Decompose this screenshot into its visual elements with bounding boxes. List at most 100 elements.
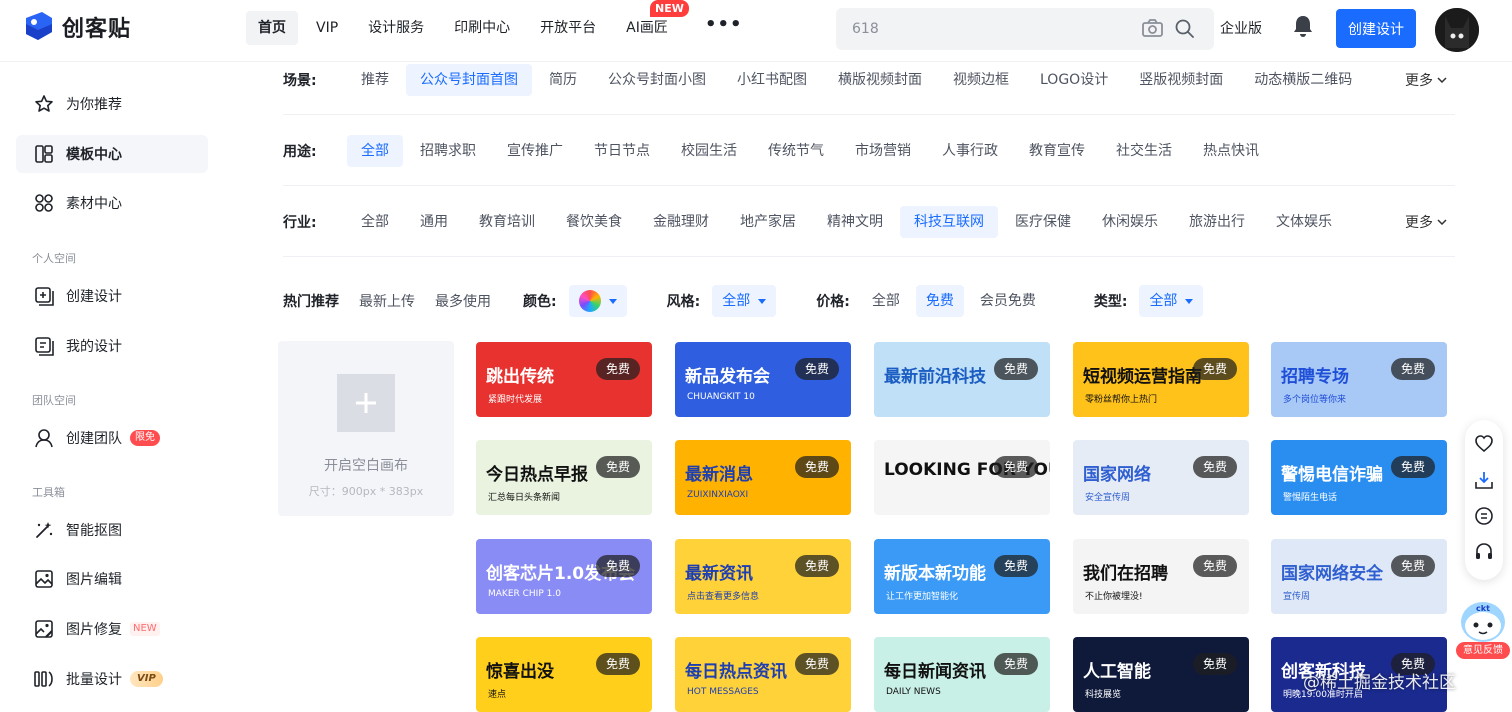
industry-more-button[interactable]: 更多 xyxy=(1405,212,1447,232)
industry-option-selected[interactable]: 科技互联网 xyxy=(900,206,998,238)
nav-design-service[interactable]: 设计服务 xyxy=(356,11,436,45)
industry-option[interactable]: 通用 xyxy=(406,206,462,238)
search-icon[interactable] xyxy=(1175,19,1194,38)
template-card[interactable]: 惊喜出没 速点 免费 xyxy=(476,637,652,712)
sort-hot[interactable]: 热门推荐 xyxy=(283,291,339,311)
headset-icon[interactable] xyxy=(1474,542,1494,562)
template-card[interactable]: 最新前沿科技 免费 xyxy=(874,342,1050,417)
scene-option[interactable]: 小红书配图 xyxy=(723,64,821,96)
industry-option[interactable]: 全部 xyxy=(347,206,403,238)
logo[interactable]: 创客贴 xyxy=(22,10,131,44)
scene-option[interactable]: 简历 xyxy=(535,64,591,96)
scene-more-button[interactable]: 更多 xyxy=(1405,70,1447,90)
template-card[interactable]: 每日热点资讯 HOT MESSAGES 免费 xyxy=(675,637,851,712)
template-subtitle: ZUIXINXIAOXI xyxy=(687,490,749,500)
scene-option[interactable]: 动态横版二维码 xyxy=(1240,64,1366,96)
sidebar-item-create[interactable]: 创建设计 xyxy=(16,277,208,315)
more-icon[interactable]: ••• xyxy=(705,15,743,35)
favorite-icon[interactable] xyxy=(1474,434,1494,454)
industry-option[interactable]: 医疗保健 xyxy=(1001,206,1085,238)
scene-option[interactable]: 竖版视频封面 xyxy=(1125,64,1237,96)
scene-option[interactable]: LOGO设计 xyxy=(1026,64,1122,96)
price-option[interactable]: 会员免费 xyxy=(970,285,1046,317)
feedback-button[interactable]: 意见反馈 xyxy=(1456,642,1510,659)
star-icon xyxy=(35,95,53,112)
template-card[interactable]: 创客芯片1.0发布会 MAKER CHIP 1.0 免费 xyxy=(476,539,652,614)
sidebar-item-my-designs[interactable]: 我的设计 xyxy=(16,327,208,365)
template-card[interactable]: 短视频运营指南 零粉丝帮你上热门 免费 xyxy=(1073,342,1249,417)
scene-option[interactable]: 推荐 xyxy=(347,64,403,96)
nav-open-platform[interactable]: 开放平台 xyxy=(528,11,608,45)
industry-option[interactable]: 教育培训 xyxy=(465,206,549,238)
sidebar-item-smart-cutout[interactable]: 智能抠图 xyxy=(16,511,208,549)
industry-option[interactable]: 文体娱乐 xyxy=(1262,206,1346,238)
usage-option[interactable]: 市场营销 xyxy=(841,135,925,167)
template-card[interactable]: 人工智能 科技展览 免费 xyxy=(1073,637,1249,712)
sort-most-used[interactable]: 最多使用 xyxy=(435,291,491,311)
avatar[interactable] xyxy=(1435,8,1479,52)
image-icon xyxy=(35,570,53,588)
scene-option[interactable]: 视频边框 xyxy=(939,64,1023,96)
scene-option-selected[interactable]: 公众号封面首图 xyxy=(406,64,532,96)
type-dropdown[interactable]: 全部 xyxy=(1139,285,1204,317)
sidebar-item-materials[interactable]: 素材中心 xyxy=(16,184,208,222)
sort-latest[interactable]: 最新上传 xyxy=(359,291,415,311)
industry-option[interactable]: 餐饮美食 xyxy=(552,206,636,238)
usage-option[interactable]: 人事行政 xyxy=(928,135,1012,167)
template-card[interactable]: LOOKING FOR YOU 免费 xyxy=(874,440,1050,515)
price-option[interactable]: 全部 xyxy=(862,285,910,317)
industry-option[interactable]: 金融理财 xyxy=(639,206,723,238)
usage-option-selected[interactable]: 全部 xyxy=(347,135,403,167)
blank-canvas-card[interactable]: 开启空白画布 尺寸：900px * 383px xyxy=(278,341,454,516)
template-card[interactable]: 今日热点早报 汇总每日头条新闻 免费 xyxy=(476,440,652,515)
template-card[interactable]: 新版本新功能 让工作更加智能化 免费 xyxy=(874,539,1050,614)
template-card[interactable]: 招聘专场 多个岗位等你来 免费 xyxy=(1271,342,1447,417)
search-input[interactable] xyxy=(852,18,1132,40)
color-dropdown[interactable] xyxy=(568,285,627,317)
bell-icon[interactable] xyxy=(1293,15,1313,37)
usage-option[interactable]: 传统节气 xyxy=(754,135,838,167)
template-card[interactable]: 警惕电信诈骗 警惕陌生电话 免费 xyxy=(1271,440,1447,515)
scene-option[interactable]: 横版视频封面 xyxy=(824,64,936,96)
scene-option[interactable]: 公众号封面小图 xyxy=(594,64,720,96)
sidebar-item-recommend[interactable]: 为你推荐 xyxy=(16,85,208,123)
customer-service-icon[interactable] xyxy=(1474,506,1494,526)
template-card[interactable]: 新品发布会 CHUANGKIT 10 免费 xyxy=(675,342,851,417)
industry-option[interactable]: 旅游出行 xyxy=(1175,206,1259,238)
enterprise-link[interactable]: 企业版 xyxy=(1220,18,1262,38)
usage-option[interactable]: 热点快讯 xyxy=(1189,135,1273,167)
industry-option[interactable]: 休闲娱乐 xyxy=(1088,206,1172,238)
sidebar-item-create-team[interactable]: 创建团队 限免 xyxy=(16,419,208,457)
nav-vip[interactable]: VIP xyxy=(304,11,350,45)
sidebar-item-image-repair[interactable]: 图片修复 NEW xyxy=(16,610,208,648)
industry-option[interactable]: 地产家居 xyxy=(726,206,810,238)
usage-option[interactable]: 节日节点 xyxy=(580,135,664,167)
nav-home[interactable]: 首页 xyxy=(246,11,298,45)
template-card[interactable]: 国家网络安全宣传周 免费 xyxy=(1271,539,1447,614)
template-card[interactable]: 最新资讯 点击查看更多信息 免费 xyxy=(675,539,851,614)
sidebar-item-image-edit[interactable]: 图片编辑 xyxy=(16,560,208,598)
sidebar-item-batch-design[interactable]: 批量设计 VIP xyxy=(16,660,208,698)
nav-print-center[interactable]: 印刷中心 xyxy=(442,11,522,45)
camera-icon[interactable] xyxy=(1142,19,1163,37)
template-title: 今日热点早报 xyxy=(486,465,588,485)
template-card[interactable]: 我们在招聘 不止你被埋没! 免费 xyxy=(1073,539,1249,614)
industry-option[interactable]: 精神文明 xyxy=(813,206,897,238)
create-design-button[interactable]: 创建设计 xyxy=(1336,9,1416,48)
style-dropdown[interactable]: 全部 xyxy=(712,285,777,317)
chevron-down-icon xyxy=(1437,77,1447,83)
usage-option[interactable]: 社交生活 xyxy=(1102,135,1186,167)
template-card[interactable]: 最新消息 ZUIXINXIAOXI 免费 xyxy=(675,440,851,515)
usage-option[interactable]: 校园生活 xyxy=(667,135,751,167)
template-card[interactable]: 国家网络安全宣传周 免费 xyxy=(1073,440,1249,515)
sidebar-item-templates[interactable]: 模板中心 xyxy=(16,135,208,173)
template-card[interactable]: 每日新闻资讯 DAILY NEWS 免费 xyxy=(874,637,1050,712)
usage-option[interactable]: 招聘求职 xyxy=(406,135,490,167)
usage-option[interactable]: 宣传推广 xyxy=(493,135,577,167)
usage-option[interactable]: 教育宣传 xyxy=(1015,135,1099,167)
free-badge: 免费 xyxy=(1390,358,1435,380)
download-icon[interactable] xyxy=(1474,470,1494,490)
filter-industry: 行业: 全部 通用 教育培训 餐饮美食 金融理财 地产家居 精神文明 科技互联网… xyxy=(283,204,1455,257)
template-card[interactable]: 跳出传统 紧跟时代发展 免费 xyxy=(476,342,652,417)
price-option-selected[interactable]: 免费 xyxy=(915,285,964,317)
